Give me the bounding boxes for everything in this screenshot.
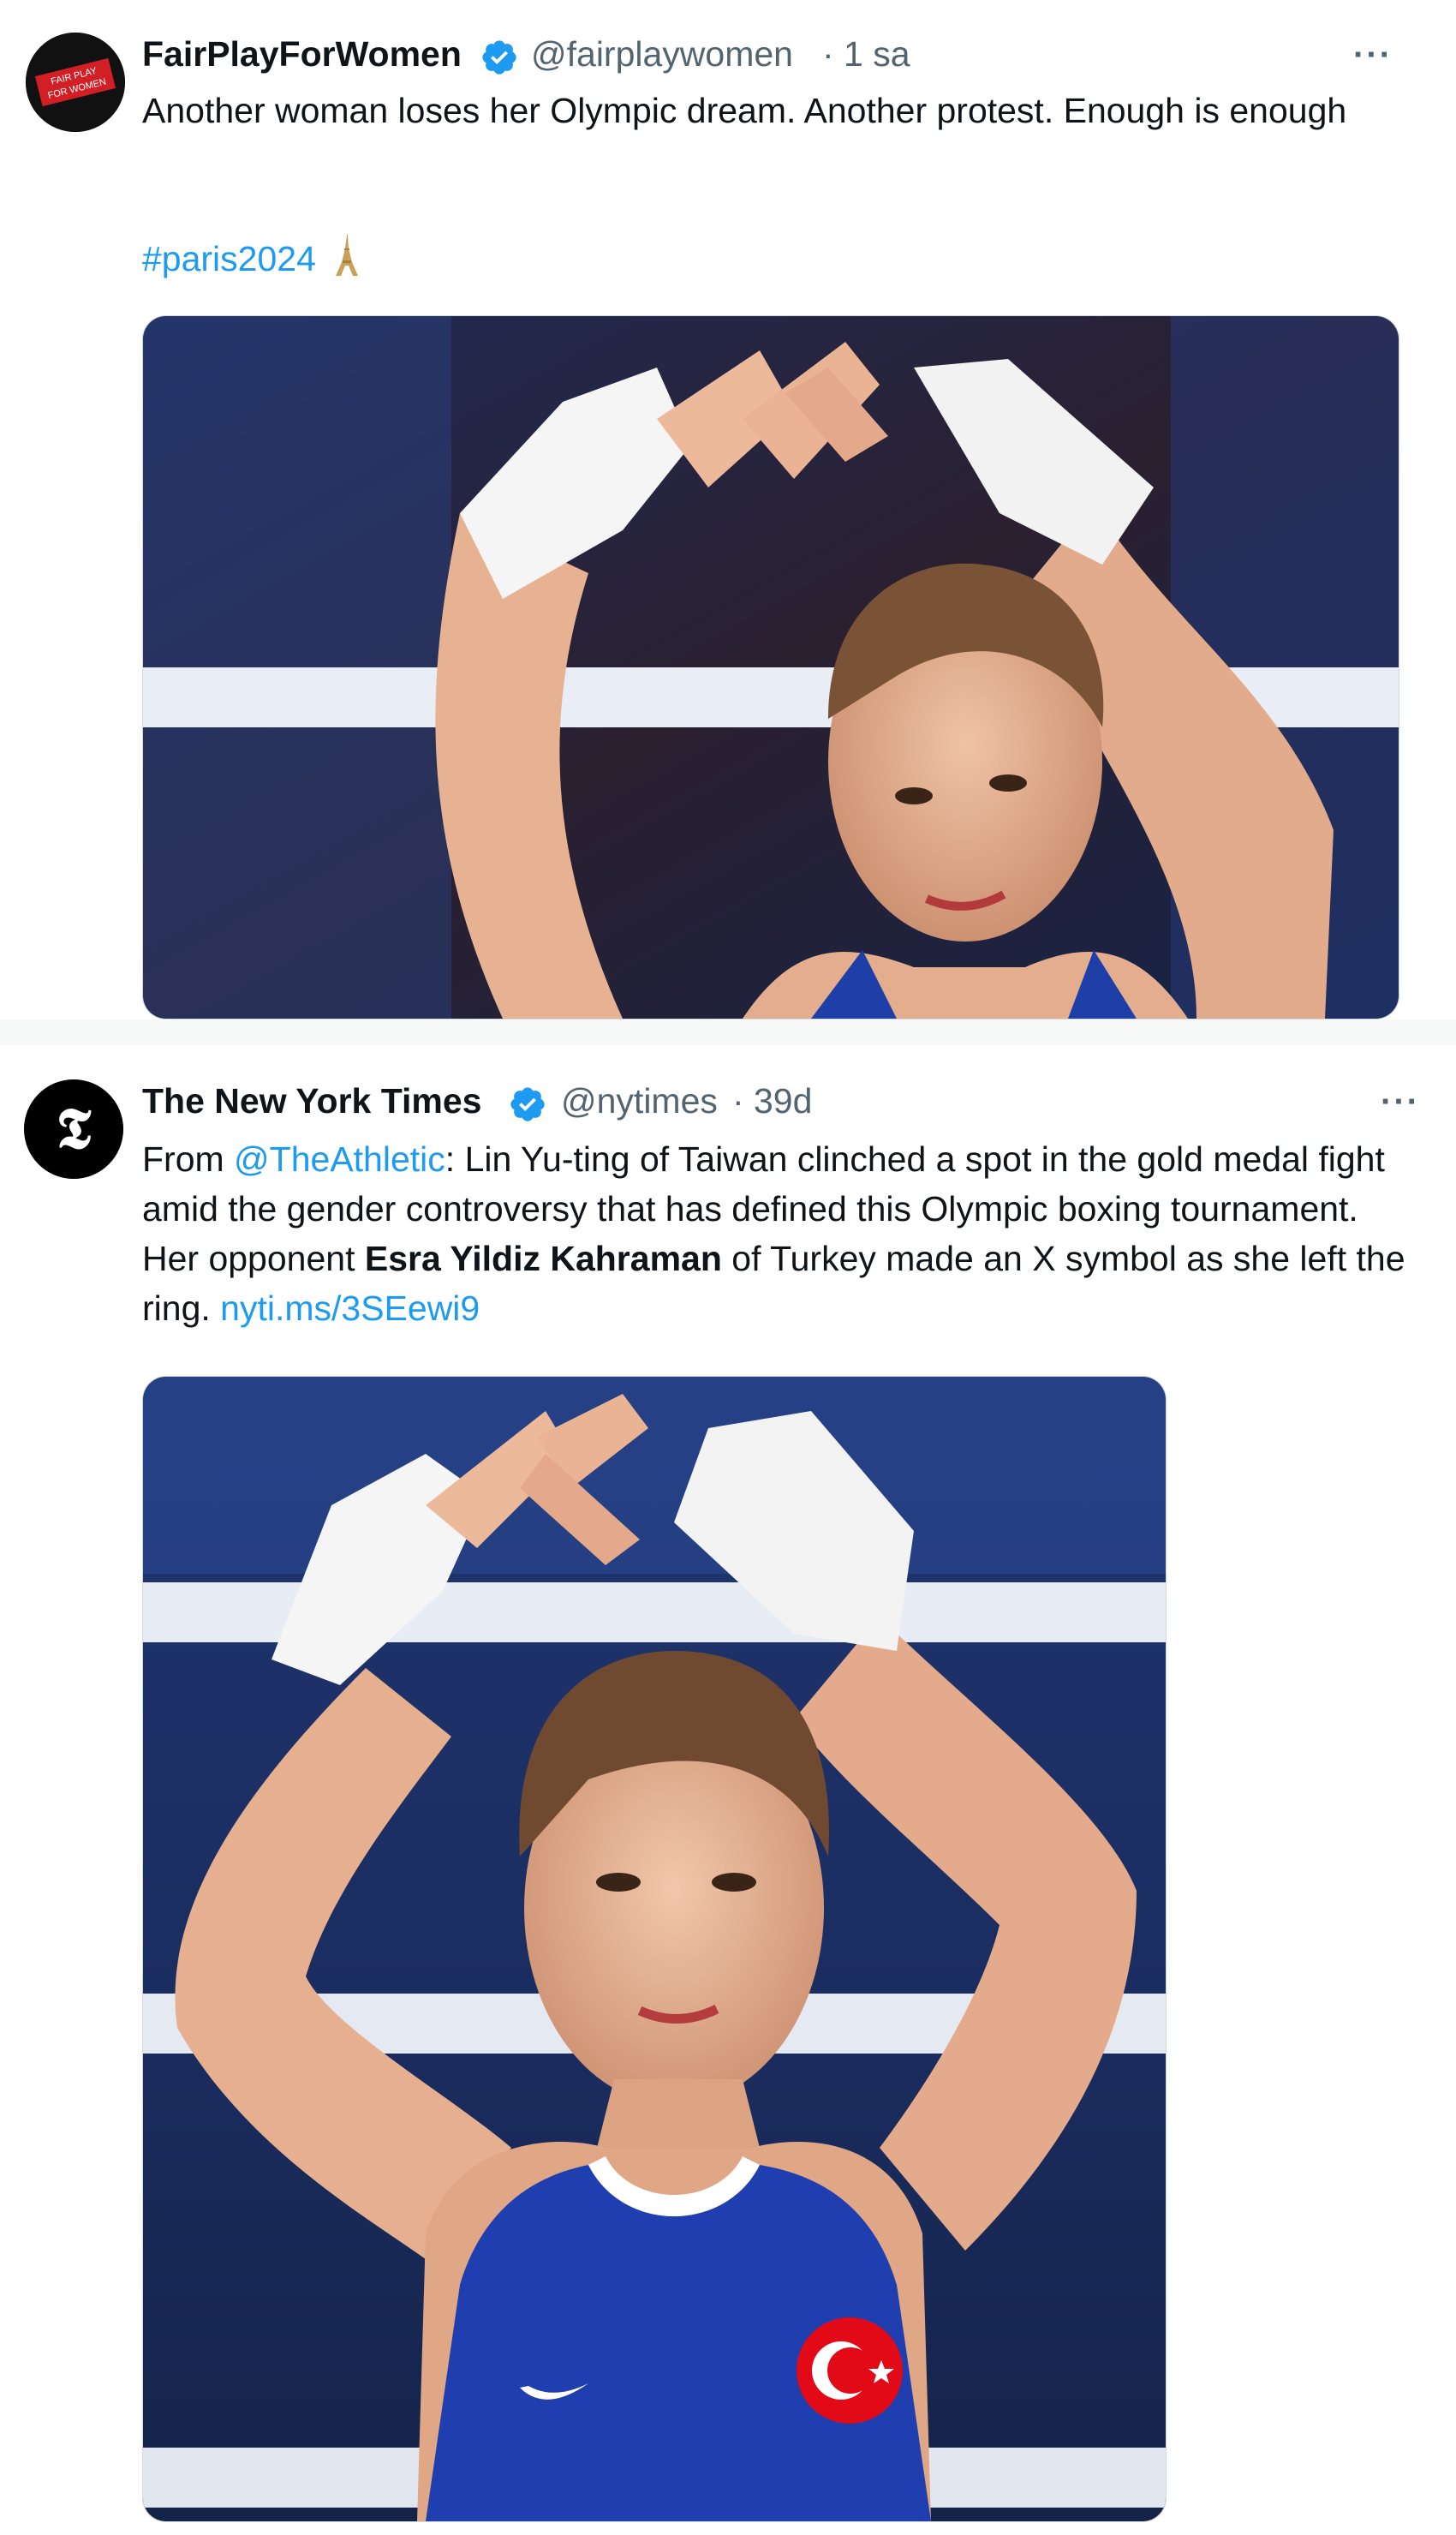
meta-separator: · <box>732 1081 744 1121</box>
tweet-nytimes[interactable]: 𝕿 The New York Times @nytimes · 39d ··· … <box>0 1045 1456 2535</box>
text-prefix: From <box>142 1139 235 1179</box>
avatar[interactable]: 𝕿 <box>24 1079 123 1179</box>
tweet-photo[interactable] <box>142 1376 1167 2522</box>
boxer-photo <box>143 1377 1166 2521</box>
tweet-fairplayforwomen[interactable]: FAIR PLAY FOR WOMEN FairPlayForWomen @fa… <box>0 0 1456 1019</box>
boxer-photo <box>143 316 1399 1019</box>
handle[interactable]: @fairplaywomen <box>531 34 793 75</box>
hashtag-link[interactable]: #paris2024 <box>142 233 360 284</box>
svg-text:𝕿: 𝕿 <box>57 1095 92 1162</box>
fairplay-logo: FAIR PLAY FOR WOMEN <box>26 33 125 132</box>
more-options-icon[interactable]: ··· <box>1381 1083 1420 1121</box>
tweet-photo[interactable] <box>142 315 1399 1019</box>
timestamp[interactable]: 39d <box>754 1081 812 1121</box>
bold-name: Esra Yildiz Kahraman <box>364 1239 722 1278</box>
avatar[interactable]: FAIR PLAY FOR WOMEN <box>26 33 125 132</box>
verified-badge-icon <box>510 1087 545 1121</box>
feed-divider <box>0 1019 1456 1045</box>
timestamp[interactable]: 1 sa <box>844 34 910 75</box>
verified-badge-icon <box>482 40 516 75</box>
handle[interactable]: @nytimes <box>561 1081 718 1121</box>
eiffel-tower-icon <box>336 235 359 276</box>
display-name[interactable]: FairPlayForWomen <box>142 34 462 75</box>
display-name[interactable]: The New York Times <box>142 1081 482 1121</box>
tweet-text: From @TheAthletic: Lin Yu-ting of Taiwan… <box>142 1134 1418 1333</box>
mention-link[interactable]: @TheAthletic <box>234 1139 445 1179</box>
more-options-icon[interactable]: ··· <box>1353 36 1393 75</box>
hashtag-text[interactable]: #paris2024 <box>142 239 316 278</box>
meta-separator: · <box>822 34 834 74</box>
url-link[interactable]: nyti.ms/3SEewi9 <box>220 1288 480 1328</box>
nyt-logo-icon: 𝕿 <box>24 1079 123 1179</box>
tweet-text: Another woman loses her Olympic dream. A… <box>142 91 1347 130</box>
